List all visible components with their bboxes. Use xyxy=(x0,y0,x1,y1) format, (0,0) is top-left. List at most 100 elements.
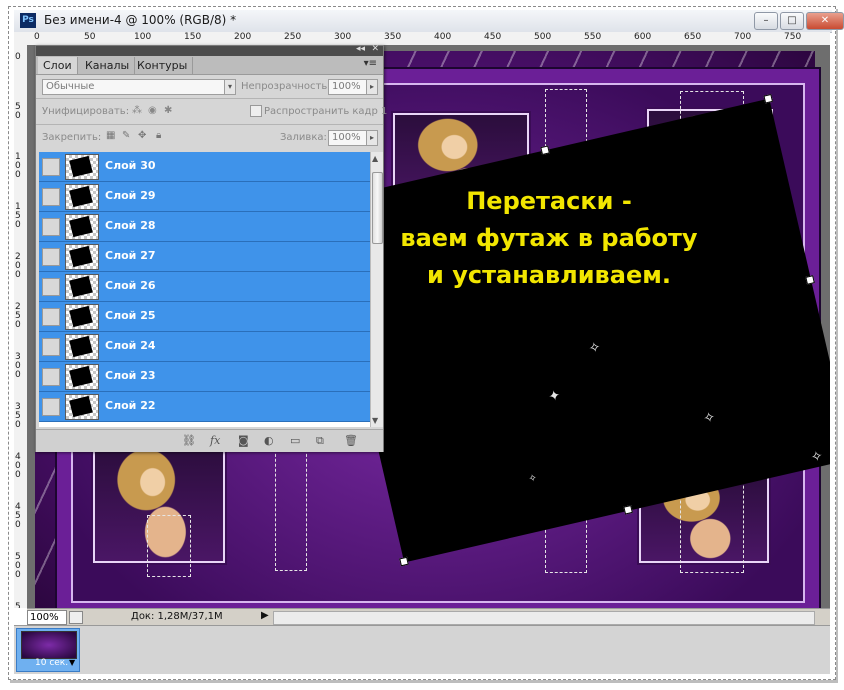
ruler-tick-label: 400 xyxy=(15,452,21,480)
layer-name: Слой 23 xyxy=(105,369,156,382)
layers-scrollbar-thumb[interactable] xyxy=(372,172,383,244)
propagate-checkbox[interactable] xyxy=(250,105,262,117)
adjustment-icon[interactable]: ◐ xyxy=(264,434,274,447)
sparkle-icon: ✧ xyxy=(527,472,539,486)
layer-row[interactable]: Слой 26 xyxy=(39,272,370,302)
lock-move-icon[interactable]: ✥ xyxy=(138,130,146,141)
panel-menu-icon[interactable]: ▾≡ xyxy=(364,58,377,69)
lock-all-icon[interactable]: 🔒︎ xyxy=(156,130,161,141)
visibility-toggle[interactable] xyxy=(42,218,60,236)
ruler-tick-label: 200 xyxy=(234,32,252,42)
new-layer-icon[interactable]: ⧉ xyxy=(316,434,324,448)
status-menu-arrow-icon[interactable]: ▶ xyxy=(261,610,269,621)
visibility-toggle[interactable] xyxy=(42,398,60,416)
lock-brush-icon[interactable]: ✎ xyxy=(122,130,130,141)
unify-style-icon[interactable]: ✱ xyxy=(164,105,172,116)
layer-thumbnail xyxy=(65,364,99,390)
opacity-input[interactable]: 100% xyxy=(328,79,367,95)
animation-timeline: 10 сек. ▼ xyxy=(14,625,830,674)
horizontal-scrollbar[interactable] xyxy=(273,611,815,625)
opacity-slider-icon[interactable]: ▸ xyxy=(366,79,378,95)
layer-row[interactable]: Слой 25 xyxy=(39,302,370,332)
fill-label: Заливка: xyxy=(280,132,327,143)
layer-name: Слой 24 xyxy=(105,339,156,352)
layer-row[interactable]: Слой 22 xyxy=(39,392,370,422)
layer-row[interactable]: Слой 30 xyxy=(39,152,370,182)
link-icon[interactable]: ⛓ xyxy=(182,434,196,447)
tab-layers[interactable]: Слои xyxy=(38,57,78,74)
layer-row-partial[interactable] xyxy=(39,422,370,427)
layer-row[interactable]: Слой 29 xyxy=(39,182,370,212)
ruler-tick-label: 400 xyxy=(434,32,452,42)
maximize-button[interactable]: □ xyxy=(780,12,804,30)
layer-thumbnail xyxy=(65,214,99,240)
ruler-tick-label: 700 xyxy=(734,32,752,42)
window-titlebar: Ps Без имени-4 @ 100% (RGB/8) * – □ ✕ xyxy=(14,10,844,33)
mask-icon[interactable]: ◙ xyxy=(238,434,249,447)
panel-close-icon[interactable]: ✕ xyxy=(371,44,379,54)
group-icon[interactable]: ▭ xyxy=(290,434,300,447)
tab-channels[interactable]: Каналы xyxy=(80,57,136,74)
blend-mode-select[interactable]: Обычные xyxy=(42,79,233,95)
layer-row[interactable]: Слой 24 xyxy=(39,332,370,362)
animation-frame[interactable]: 10 сек. ▼ xyxy=(16,628,80,672)
unify-position-icon[interactable]: ⁂ xyxy=(132,105,142,116)
layer-row[interactable]: Слой 27 xyxy=(39,242,370,272)
panel-header-bar[interactable]: ◂◂ ✕ xyxy=(36,44,383,56)
sparkle-icon: ✧ xyxy=(701,409,717,428)
frame-delay[interactable]: 10 сек. xyxy=(35,658,68,668)
ruler-tick-label: 550 xyxy=(15,602,21,609)
layer-name: Слой 29 xyxy=(105,189,156,202)
visibility-toggle[interactable] xyxy=(42,368,60,386)
visibility-toggle[interactable] xyxy=(42,188,60,206)
blend-mode-dropdown-icon[interactable]: ▾ xyxy=(224,79,236,95)
tab-paths[interactable]: Контуры xyxy=(132,57,194,74)
minimize-button[interactable]: – xyxy=(754,12,778,30)
visibility-toggle[interactable] xyxy=(42,278,60,296)
ruler-vertical[interactable]: 0 50 100 150 200 250 300 350 400 450 500 550 xyxy=(14,45,28,608)
layer-thumbnail xyxy=(65,334,99,360)
ruler-horizontal[interactable]: 0 50 100 150 200 250 300 350 400 450 500 550 600 650 7… xyxy=(14,32,830,46)
status-bar: 100% Док: 1,28M/37,1M ▶ xyxy=(27,608,830,625)
fx-icon[interactable]: fx xyxy=(210,434,220,447)
divider xyxy=(36,98,383,99)
frame-thumbnail xyxy=(21,631,77,659)
visibility-toggle[interactable] xyxy=(42,338,60,356)
visibility-toggle[interactable] xyxy=(42,308,60,326)
ruler-tick-label: 650 xyxy=(684,32,702,42)
lock-transparency-icon[interactable]: ▦ xyxy=(106,130,115,141)
propagate-label: Распространить кадр 1 xyxy=(264,106,388,117)
layers-panel[interactable]: ◂◂ ✕ Слои Каналы Контуры ▾≡ Обычные ▾ Не… xyxy=(35,44,388,452)
unify-visibility-icon[interactable]: ◉ xyxy=(148,105,157,116)
fill-slider-icon[interactable]: ▸ xyxy=(366,130,378,146)
document-info: Док: 1,28M/37,1M xyxy=(131,611,223,622)
scroll-down-icon[interactable]: ▼ xyxy=(372,416,378,425)
overlay-caption-line3: и устанавливаем. xyxy=(427,261,671,289)
trash-icon[interactable]: 🗑︎ xyxy=(344,434,358,447)
ruler-tick-label: 350 xyxy=(15,402,21,430)
ruler-tick-label: 750 xyxy=(784,32,802,42)
panel-bottom-toolbar: ⛓ fx ◙ ◐ ▭ ⧉ 🗑︎ xyxy=(36,429,383,452)
fill-input[interactable]: 100% xyxy=(328,130,367,146)
scroll-up-icon[interactable]: ▲ xyxy=(372,154,378,163)
zoom-icon[interactable] xyxy=(69,611,83,624)
ruler-tick-label: 300 xyxy=(334,32,352,42)
collapse-icon[interactable]: ◂◂ xyxy=(356,44,365,54)
photoshop-logo-icon: Ps xyxy=(20,13,36,28)
opacity-label: Непрозрачность: xyxy=(241,81,331,92)
close-button[interactable]: ✕ xyxy=(806,12,844,30)
lock-label: Закрепить: xyxy=(42,132,102,143)
layer-name: Слой 28 xyxy=(105,219,156,232)
layer-row[interactable]: Слой 23 xyxy=(39,362,370,392)
layer-list[interactable]: Слой 30 Слой 29 Слой 28 Слой 27 Слой 26 … xyxy=(39,152,370,427)
ruler-tick-label: 200 xyxy=(15,252,21,280)
layer-row[interactable]: Слой 28 xyxy=(39,212,370,242)
layer-thumbnail xyxy=(65,154,99,180)
ruler-tick-label: 0 xyxy=(34,32,40,42)
visibility-toggle[interactable] xyxy=(42,248,60,266)
visibility-toggle[interactable] xyxy=(42,158,60,176)
frame-delay-dropdown-icon[interactable]: ▼ xyxy=(69,658,75,667)
ruler-tick-label: 450 xyxy=(15,502,21,530)
transform-handle-t[interactable] xyxy=(540,145,550,156)
zoom-input[interactable]: 100% xyxy=(27,610,67,625)
